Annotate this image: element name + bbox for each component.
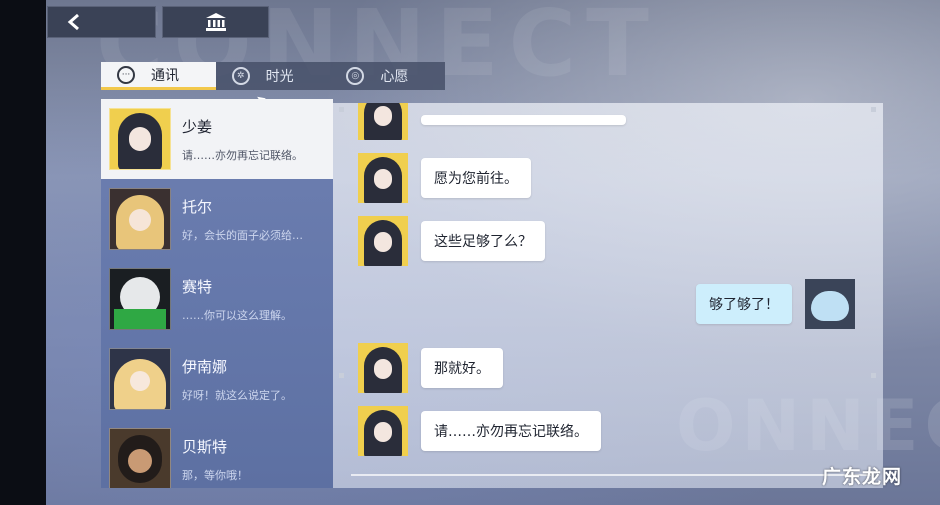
aperture-icon: ✲: [231, 67, 250, 85]
tab-time-label: 时光: [265, 69, 294, 85]
contact-name: 少姜: [182, 117, 213, 136]
panel-corner-marker: [871, 373, 876, 378]
message-item: 这些足够了么？: [358, 216, 545, 266]
message-item: [358, 103, 626, 140]
contact-item-inanna[interactable]: 伊南娜 好呀！就这么说定了。: [101, 339, 333, 419]
contact-name: 赛特: [182, 277, 213, 296]
chat-scroll-track[interactable]: [351, 474, 871, 476]
avatar: [109, 428, 171, 488]
chat-panel[interactable]: 愿为您前往。 这些足够了么？ 够了够了！ 那就好。 请……亦勿再忘记联络。: [333, 103, 883, 488]
tab-bar: ··· 通讯 ✲ 时光 ◎ 心愿: [101, 62, 445, 90]
message-bubble: 这些足够了么？: [421, 221, 545, 261]
contact-item-shaojiang[interactable]: 少姜 请……亦勿再忘记联络。: [101, 99, 333, 179]
message-bubble: 愿为您前往。: [421, 158, 531, 198]
contact-preview: 好，会长的面子必须给…: [182, 228, 303, 242]
message-bubble: 够了够了！: [696, 284, 792, 324]
back-button[interactable]: [47, 6, 156, 38]
avatar: [109, 348, 171, 410]
avatar: [358, 343, 408, 393]
avatar: [109, 268, 171, 330]
contact-name: 伊南娜: [182, 357, 228, 376]
tab-wish[interactable]: ◎ 心愿: [330, 62, 445, 90]
contact-preview: 请……亦勿再忘记联络。: [182, 148, 303, 162]
message-item-self: 够了够了！: [696, 279, 855, 329]
message-item: 那就好。: [358, 343, 503, 393]
message-bubble: [421, 115, 626, 125]
contact-name: 贝斯特: [182, 437, 228, 456]
contact-preview: ……你可以这么理解。: [182, 308, 292, 322]
avatar: [109, 108, 171, 170]
message-bubble: 那就好。: [421, 348, 503, 388]
message-bubble: 请……亦勿再忘记联络。: [421, 411, 601, 451]
avatar: [358, 153, 408, 203]
message-item: 愿为您前往。: [358, 153, 531, 203]
home-button[interactable]: [162, 6, 269, 38]
swirl-icon: ◎: [346, 67, 365, 85]
site-watermark: 广东龙网: [821, 466, 902, 488]
back-arrow-icon: [67, 13, 79, 31]
avatar: [358, 406, 408, 456]
panel-corner-marker: [871, 107, 876, 112]
avatar: [805, 279, 855, 329]
panel-corner-marker: [339, 107, 344, 112]
tab-messages[interactable]: ··· 通讯: [101, 62, 216, 90]
contact-preview: 那，等你哦！: [182, 468, 248, 482]
avatar: [358, 103, 408, 140]
bank-icon: [205, 13, 226, 31]
avatar: [109, 188, 171, 250]
avatar: [358, 216, 408, 266]
contact-item-set[interactable]: 赛特 ……你可以这么理解。: [101, 259, 333, 339]
chat-bubble-icon: ···: [117, 65, 135, 84]
panel-corner-marker: [339, 373, 344, 378]
contact-list: 少姜 请……亦勿再忘记联络。 托尔 好，会长的面子必须给… 赛特 ……你可以这么…: [101, 99, 333, 488]
tab-messages-label: 通讯: [151, 67, 179, 84]
left-black-margin: [0, 0, 46, 505]
contact-preview: 好呀！就这么说定了。: [182, 388, 292, 402]
tab-wish-label: 心愿: [380, 69, 409, 85]
message-item: 请……亦勿再忘记联络。: [358, 406, 601, 456]
contact-item-bastet[interactable]: 贝斯特 那，等你哦！: [101, 419, 333, 488]
tab-time[interactable]: ✲ 时光: [216, 62, 331, 90]
contact-item-thor[interactable]: 托尔 好，会长的面子必须给…: [101, 179, 333, 259]
contact-name: 托尔: [182, 197, 213, 216]
